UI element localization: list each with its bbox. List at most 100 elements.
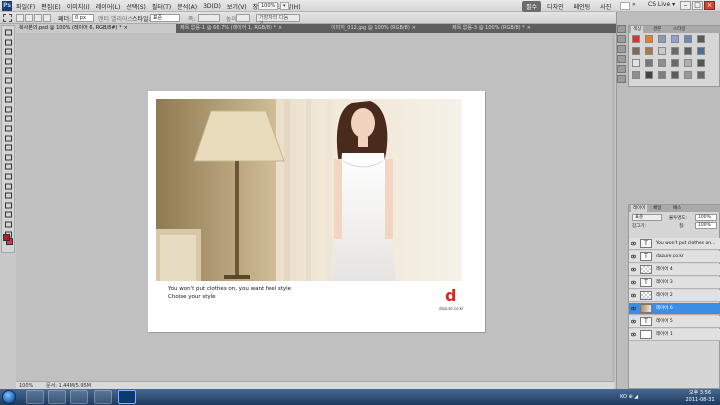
menu-item[interactable]: 이미지(I)	[67, 2, 90, 11]
explorer-icon[interactable]	[26, 390, 44, 404]
color-swatch[interactable]	[684, 47, 692, 55]
color-swatch[interactable]	[684, 59, 692, 67]
document-tab[interactable]: 제목 없음-1 @ 66.7% (레이어 1, RGB/8) * ×	[177, 24, 327, 33]
document-page[interactable]: You won't put clothes on, you want feel …	[148, 91, 485, 332]
info-icon[interactable]	[617, 45, 626, 53]
clock[interactable]: 오후 3:56 2011-08-31	[682, 390, 718, 404]
color-swatch[interactable]	[671, 35, 679, 43]
eyedropper-tool-icon[interactable]	[4, 77, 13, 84]
document-tab[interactable]: 복사본의.psd @ 100% (레이어 6, RGB/8#) * ×	[16, 24, 176, 33]
eye-icon[interactable]	[630, 293, 637, 298]
pen-tool-icon[interactable]	[4, 163, 13, 170]
color-swatch[interactable]	[684, 71, 692, 79]
color-swatch[interactable]	[671, 59, 679, 67]
color-swatch[interactable]	[697, 59, 705, 67]
close-icon[interactable]: ×	[124, 25, 128, 31]
3d-orbit-tool-icon[interactable]	[4, 211, 13, 218]
panel-tab[interactable]: 스타일	[671, 26, 687, 33]
color-swatch[interactable]	[645, 35, 653, 43]
subtract-selection-icon[interactable]	[34, 14, 42, 22]
history-brush-tool-icon[interactable]	[4, 115, 13, 122]
color-swatch[interactable]	[645, 59, 653, 67]
eraser-tool-icon[interactable]	[4, 125, 13, 132]
color-swatch[interactable]	[632, 71, 640, 79]
blur-tool-icon[interactable]	[4, 144, 13, 151]
fill-input[interactable]: 100%	[695, 222, 717, 229]
move-tool-icon[interactable]	[4, 29, 13, 36]
eye-icon[interactable]	[630, 332, 637, 337]
panel-tab[interactable]: 색상	[631, 26, 644, 33]
refine-edge-button[interactable]: 가장자리 다듬기...	[256, 14, 300, 27]
eye-icon[interactable]	[630, 319, 637, 324]
new-selection-icon[interactable]	[16, 14, 24, 22]
clone-stamp-tool-icon[interactable]	[4, 106, 13, 113]
cs-live-button[interactable]: CS Live ▾	[648, 1, 675, 8]
photoshop-taskbar-icon[interactable]	[118, 390, 136, 404]
color-swatch[interactable]	[658, 71, 666, 79]
dodge-tool-icon[interactable]	[4, 154, 13, 161]
zoom-select[interactable]: 100%	[258, 2, 279, 10]
brush-presets-icon[interactable]	[617, 55, 626, 63]
paragraph-icon[interactable]	[617, 75, 626, 83]
layer-row[interactable]: 레이어 2	[629, 290, 720, 302]
layer-row[interactable]: T 레이어 5	[629, 316, 720, 328]
search-icon[interactable]	[620, 2, 630, 10]
workspace-item[interactable]: 디자인	[543, 1, 568, 12]
gradient-tool-icon[interactable]	[4, 135, 13, 142]
shape-tool-icon[interactable]	[4, 192, 13, 199]
character-icon[interactable]	[617, 65, 626, 73]
marquee-tool-icon[interactable]	[3, 14, 12, 22]
style-select[interactable]: 표준	[150, 14, 180, 22]
arrange-documents-button[interactable]: ▾	[280, 2, 289, 10]
color-swatch[interactable]	[658, 35, 666, 43]
eye-icon[interactable]	[630, 254, 637, 259]
workspace-item[interactable]: 필수	[522, 1, 542, 12]
antialias-checkbox[interactable]: 앤티 앨리어스	[98, 14, 133, 23]
type-tool-icon[interactable]	[4, 173, 13, 180]
eye-icon[interactable]	[630, 280, 637, 285]
color-swatch[interactable]	[658, 47, 666, 55]
hand-tool-icon[interactable]	[4, 221, 13, 228]
eye-icon[interactable]	[630, 241, 637, 246]
menu-item[interactable]: 보기(V)	[227, 2, 247, 11]
spot-healing-tool-icon[interactable]	[4, 87, 13, 94]
color-swatch[interactable]	[632, 59, 640, 67]
lasso-tool-icon[interactable]	[4, 48, 13, 55]
system-tray[interactable]: KO ⊕ ◢	[620, 390, 638, 404]
color-swatch[interactable]	[697, 47, 705, 55]
blend-mode-select[interactable]: 표준	[632, 214, 662, 221]
color-swatch[interactable]	[632, 47, 640, 55]
media-player-icon[interactable]	[70, 390, 88, 404]
color-swatch[interactable]	[671, 47, 679, 55]
layer-row[interactable]: 레이어 1	[629, 329, 720, 341]
actions-icon[interactable]	[617, 35, 626, 43]
menu-item[interactable]: 편집(E)	[41, 2, 61, 11]
outlook-icon[interactable]	[94, 390, 112, 404]
color-swatch[interactable]	[632, 35, 640, 43]
add-selection-icon[interactable]	[25, 14, 33, 22]
layer-row[interactable]: Tdazure.co.kr	[629, 251, 720, 263]
foreground-color-swatch[interactable]	[3, 234, 10, 241]
workspace-more-button[interactable]: »	[632, 1, 636, 8]
eye-icon[interactable]	[630, 267, 637, 272]
document-tab[interactable]: 제목 없음-3 @ 100% (RGB/8) * ×	[449, 24, 559, 33]
start-button[interactable]	[2, 390, 16, 404]
minimize-icon[interactable]: –	[680, 1, 691, 10]
canvas-area[interactable]: You won't put clothes on, you want feel …	[16, 33, 614, 381]
panel-tab[interactable]: 견본	[651, 26, 663, 33]
color-swatch[interactable]	[645, 71, 653, 79]
color-swatch[interactable]	[645, 47, 653, 55]
menu-item[interactable]: 분석(A)	[177, 2, 197, 11]
internet-explorer-icon[interactable]	[48, 390, 66, 404]
menu-item[interactable]: 3D(D)	[203, 3, 221, 10]
color-swatch[interactable]	[671, 71, 679, 79]
crop-tool-icon[interactable]	[4, 67, 13, 74]
3d-rotate-tool-icon[interactable]	[4, 202, 13, 209]
menu-item[interactable]: 레이어(L)	[96, 2, 121, 11]
height-input[interactable]	[236, 14, 250, 22]
quick-select-tool-icon[interactable]	[4, 58, 13, 65]
close-icon[interactable]: ×	[412, 25, 416, 31]
workspace-item[interactable]: 페인팅	[570, 1, 595, 12]
opacity-input[interactable]: 100%	[695, 214, 717, 221]
color-swatch[interactable]	[684, 35, 692, 43]
